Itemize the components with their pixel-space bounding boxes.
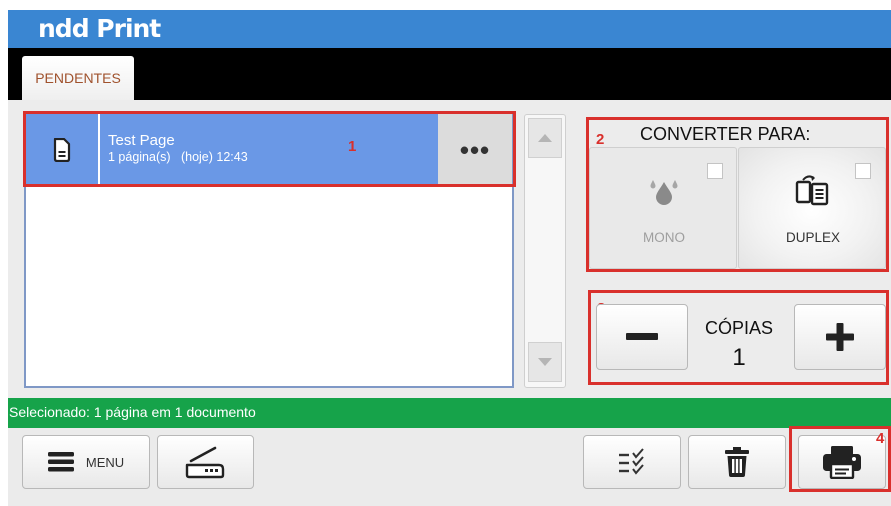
- checklist-icon: [619, 448, 644, 475]
- convert-title: CONVERTER PARA:: [640, 124, 811, 144]
- duplex-label: DUPLEX: [785, 230, 841, 245]
- tab-pendentes[interactable]: PENDENTES: [22, 56, 134, 100]
- ink-drop-icon: [650, 180, 678, 205]
- duplex-icon: [795, 175, 829, 206]
- annotation-marker-2: 2: [596, 131, 605, 148]
- increase-copies-button[interactable]: [794, 304, 886, 370]
- duplex-checkbox[interactable]: [855, 163, 871, 179]
- mono-label: MONO: [643, 230, 685, 245]
- plus-icon: [826, 323, 854, 351]
- arrow-down-icon: [538, 358, 552, 366]
- duplex-option-button[interactable]: DUPLEX: [738, 147, 886, 269]
- hamburger-icon: [47, 452, 74, 472]
- annotation-marker-4: 4: [876, 430, 885, 447]
- scroll-down-button[interactable]: [528, 342, 562, 382]
- app-logo: ndd Print: [38, 14, 161, 43]
- decrease-copies-button[interactable]: [596, 304, 688, 370]
- select-all-button[interactable]: [583, 435, 681, 489]
- status-bar: Selecionado: 1 página em 1 documento: [8, 398, 891, 428]
- arrow-up-icon: [538, 134, 552, 142]
- copies-label: CÓPIAS: [704, 318, 774, 338]
- scroll-up-button[interactable]: [528, 118, 562, 158]
- mono-checkbox[interactable]: [707, 163, 723, 179]
- copies-value: 1: [732, 344, 746, 371]
- menu-label: MENU: [85, 454, 125, 470]
- annotation-marker-1: 1: [348, 138, 357, 155]
- menu-button[interactable]: MENU: [22, 435, 150, 489]
- delete-button[interactable]: [688, 435, 786, 489]
- trash-icon: [725, 447, 749, 477]
- annotation-box-1: [23, 111, 516, 187]
- scan-button[interactable]: [157, 435, 254, 489]
- mono-option-button[interactable]: MONO: [589, 147, 737, 269]
- minus-icon: [626, 333, 658, 340]
- tab-bar: [8, 48, 891, 100]
- scanner-icon: [185, 446, 224, 479]
